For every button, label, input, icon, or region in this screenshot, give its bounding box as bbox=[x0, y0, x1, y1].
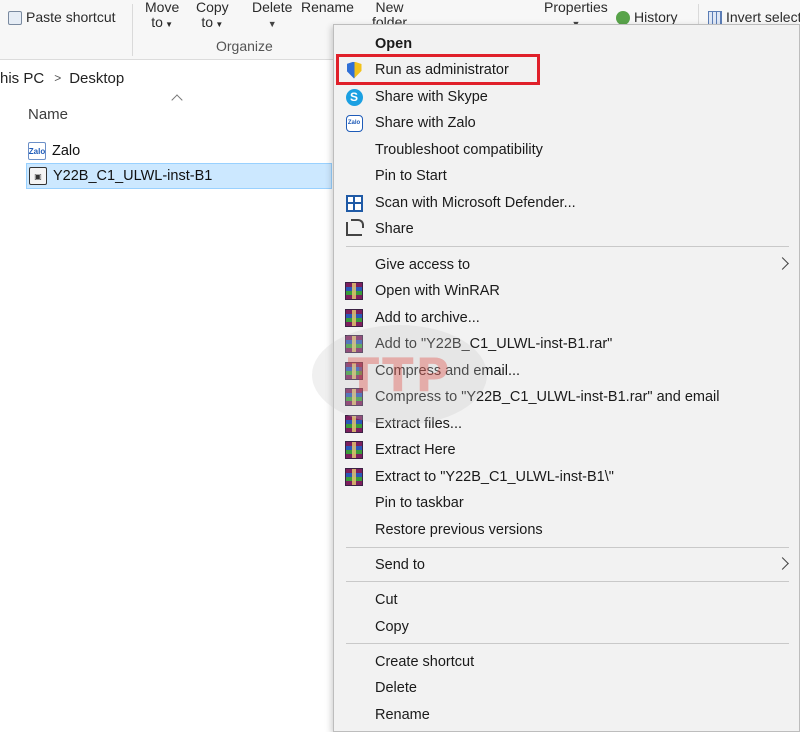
menu-item-add-to-archive[interactable]: Add to archive... bbox=[334, 305, 799, 331]
installer-icon: ▣ bbox=[29, 167, 47, 185]
menu-item-compress-to-rar-and-email[interactable]: Compress to "Y22B_C1_ULWL-inst-B1.rar" a… bbox=[334, 384, 799, 410]
chevron-down-icon: ▼ bbox=[162, 20, 174, 29]
menu-separator bbox=[346, 547, 789, 548]
menu-item-extract-to-folder[interactable]: Extract to "Y22B_C1_ULWL-inst-B1\" bbox=[334, 464, 799, 490]
defender-icon bbox=[345, 194, 363, 212]
menu-item-scan-with-defender[interactable]: Scan with Microsoft Defender... bbox=[334, 190, 799, 216]
share-icon bbox=[346, 219, 364, 236]
menu-item-open-with-winrar[interactable]: Open with WinRAR bbox=[334, 278, 799, 304]
menu-item-share-with-zalo[interactable]: Zalo Share with Zalo bbox=[334, 110, 799, 136]
menu-item-cut[interactable]: Cut bbox=[334, 587, 799, 613]
organize-group-label: Organize bbox=[216, 38, 273, 54]
menu-item-restore-previous-versions[interactable]: Restore previous versions bbox=[334, 517, 799, 543]
menu-item-rename[interactable]: Rename bbox=[334, 702, 799, 728]
menu-item-share-with-skype[interactable]: S Share with Skype bbox=[334, 84, 799, 110]
menu-item-extract-here[interactable]: Extract Here bbox=[334, 437, 799, 463]
invert-selection-button[interactable]: Invert select bbox=[708, 10, 800, 25]
menu-item-copy[interactable]: Copy bbox=[334, 614, 799, 640]
chevron-right-icon bbox=[776, 257, 789, 270]
move-to-button[interactable]: Move to ▼ bbox=[145, 0, 179, 32]
winrar-icon bbox=[345, 309, 363, 327]
breadcrumb-this-pc[interactable]: his PC bbox=[0, 70, 44, 87]
menu-item-troubleshoot-compatibility[interactable]: Troubleshoot compatibility bbox=[334, 137, 799, 163]
copy-to-button[interactable]: Copy to ▼ bbox=[196, 0, 229, 32]
history-button[interactable]: History bbox=[616, 10, 678, 25]
menu-item-pin-to-taskbar[interactable]: Pin to taskbar bbox=[334, 490, 799, 516]
skype-icon: S bbox=[345, 88, 363, 106]
menu-separator bbox=[346, 643, 789, 644]
chevron-down-icon: ▼ bbox=[213, 20, 224, 29]
file-name: Zalo bbox=[52, 143, 81, 159]
file-name: Y22B_C1_ULWL-inst-B1 bbox=[53, 168, 213, 184]
zalo-icon: Zalo bbox=[28, 142, 46, 160]
list-item[interactable]: Zalo Zalo bbox=[26, 138, 226, 164]
address-bar[interactable]: his PC > Desktop bbox=[0, 64, 340, 92]
history-icon bbox=[616, 10, 630, 25]
delete-ribbon-button[interactable]: Delete ▼ bbox=[252, 0, 292, 32]
menu-item-compress-and-email[interactable]: Compress and email... bbox=[334, 358, 799, 384]
menu-item-add-to-rar[interactable]: Add to "Y22B_C1_ULWL-inst-B1.rar" bbox=[334, 331, 799, 357]
chevron-down-icon: ▼ bbox=[267, 19, 277, 29]
invert-selection-icon bbox=[708, 10, 722, 25]
chevron-right-icon bbox=[776, 557, 789, 570]
ribbon-separator bbox=[132, 4, 133, 56]
menu-item-extract-files[interactable]: Extract files... bbox=[334, 411, 799, 437]
winrar-icon bbox=[345, 388, 363, 406]
breadcrumb-desktop[interactable]: Desktop bbox=[69, 70, 124, 87]
menu-separator bbox=[346, 581, 789, 582]
winrar-icon bbox=[345, 282, 363, 300]
zalo-icon: Zalo bbox=[345, 114, 363, 132]
winrar-icon bbox=[345, 441, 363, 459]
column-header-name[interactable]: Name bbox=[28, 106, 68, 123]
breadcrumb-chevron-icon: > bbox=[54, 71, 62, 85]
paste-shortcut-button[interactable]: Paste shortcut bbox=[8, 10, 116, 25]
menu-item-pin-to-start[interactable]: Pin to Start bbox=[334, 163, 799, 189]
menu-item-delete[interactable]: Delete bbox=[334, 675, 799, 701]
paste-shortcut-icon bbox=[8, 10, 22, 25]
highlight-annotation bbox=[336, 54, 540, 85]
menu-item-send-to[interactable]: Send to bbox=[334, 552, 799, 578]
winrar-icon bbox=[345, 468, 363, 486]
sort-ascending-icon bbox=[171, 94, 183, 106]
winrar-icon bbox=[345, 335, 363, 353]
winrar-icon bbox=[345, 415, 363, 433]
list-item-selected[interactable]: ▣ Y22B_C1_ULWL-inst-B1 bbox=[26, 163, 332, 189]
winrar-icon bbox=[345, 362, 363, 380]
menu-item-share[interactable]: Share bbox=[334, 216, 799, 242]
context-menu: Open Run as administrator S Share with S… bbox=[333, 24, 800, 732]
menu-item-create-shortcut[interactable]: Create shortcut bbox=[334, 649, 799, 675]
menu-separator bbox=[346, 246, 789, 247]
menu-item-give-access-to[interactable]: Give access to bbox=[334, 252, 799, 278]
rename-ribbon-button[interactable]: Rename bbox=[301, 0, 354, 15]
